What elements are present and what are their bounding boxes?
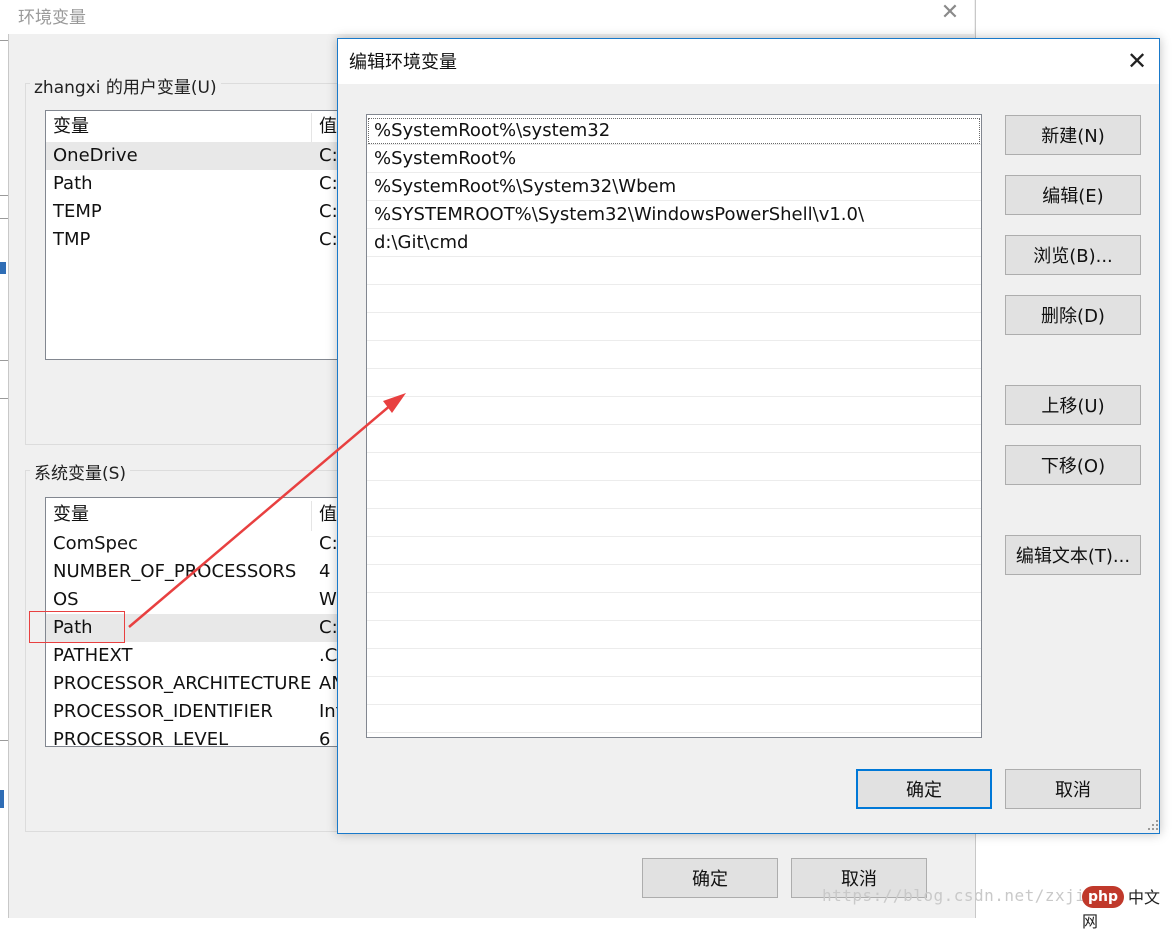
php-logo-icon: php (1082, 885, 1125, 908)
brand-watermark: php 中文网 (1082, 884, 1174, 931)
annotation-arrow-icon (128, 393, 406, 628)
watermark-text: https://blog.csdn.net/zxji (822, 886, 1086, 905)
